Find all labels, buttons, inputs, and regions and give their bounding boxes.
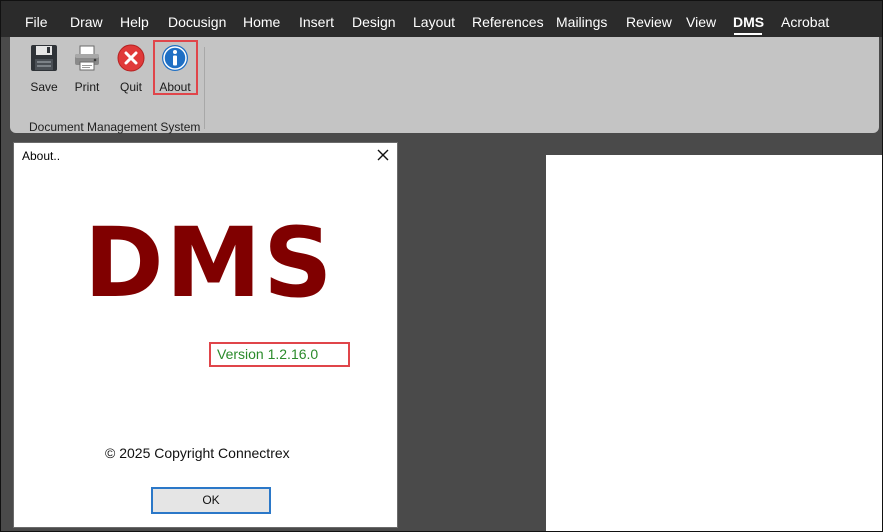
menu-mailings[interactable]: Mailings	[556, 14, 607, 30]
print-button[interactable]: Print	[67, 43, 107, 95]
ok-button[interactable]: OK	[151, 487, 271, 514]
menu-docusign[interactable]: Docusign	[168, 14, 226, 30]
dms-logo: DMS	[84, 207, 335, 319]
menu-acrobat[interactable]: Acrobat	[781, 14, 829, 30]
menu-references[interactable]: References	[472, 14, 544, 30]
print-label: Print	[74, 80, 100, 94]
menu-layout[interactable]: Layout	[413, 14, 455, 30]
copyright-text: © 2025 Copyright Connectrex	[105, 445, 290, 461]
red-x-circle-icon	[117, 44, 145, 72]
menu-review[interactable]: Review	[626, 14, 672, 30]
ribbon-group-label: Document Management System	[29, 120, 201, 134]
floppy-disk-icon	[31, 45, 57, 71]
menu-dms[interactable]: DMS	[733, 14, 764, 30]
quit-label: Quit	[119, 80, 142, 94]
group-separator	[204, 47, 205, 129]
close-icon[interactable]	[374, 146, 392, 164]
menu-insert[interactable]: Insert	[299, 14, 334, 30]
menu-design[interactable]: Design	[352, 14, 396, 30]
about-dialog: About.. DMS Version 1.2.16.0 © 2025 Copy…	[13, 142, 398, 528]
ribbon: Save Print Quit About Document Managemen…	[10, 37, 879, 134]
about-highlight-box	[153, 40, 198, 95]
save-label: Save	[30, 80, 58, 94]
version-label: Version 1.2.16.0	[217, 346, 319, 362]
menu-bar: File Draw Help Docusign Home Insert Desi…	[1, 1, 882, 37]
save-button[interactable]: Save	[24, 43, 64, 95]
menu-file[interactable]: File	[25, 14, 48, 30]
menu-draw[interactable]: Draw	[70, 14, 103, 30]
quit-button[interactable]: Quit	[111, 43, 151, 95]
dialog-title: About..	[22, 149, 61, 163]
menu-home[interactable]: Home	[243, 14, 280, 30]
document-page[interactable]	[546, 155, 882, 531]
menu-view[interactable]: View	[686, 14, 716, 30]
active-tab-underline	[734, 33, 762, 35]
printer-icon	[75, 45, 99, 71]
menu-help[interactable]: Help	[120, 14, 149, 30]
